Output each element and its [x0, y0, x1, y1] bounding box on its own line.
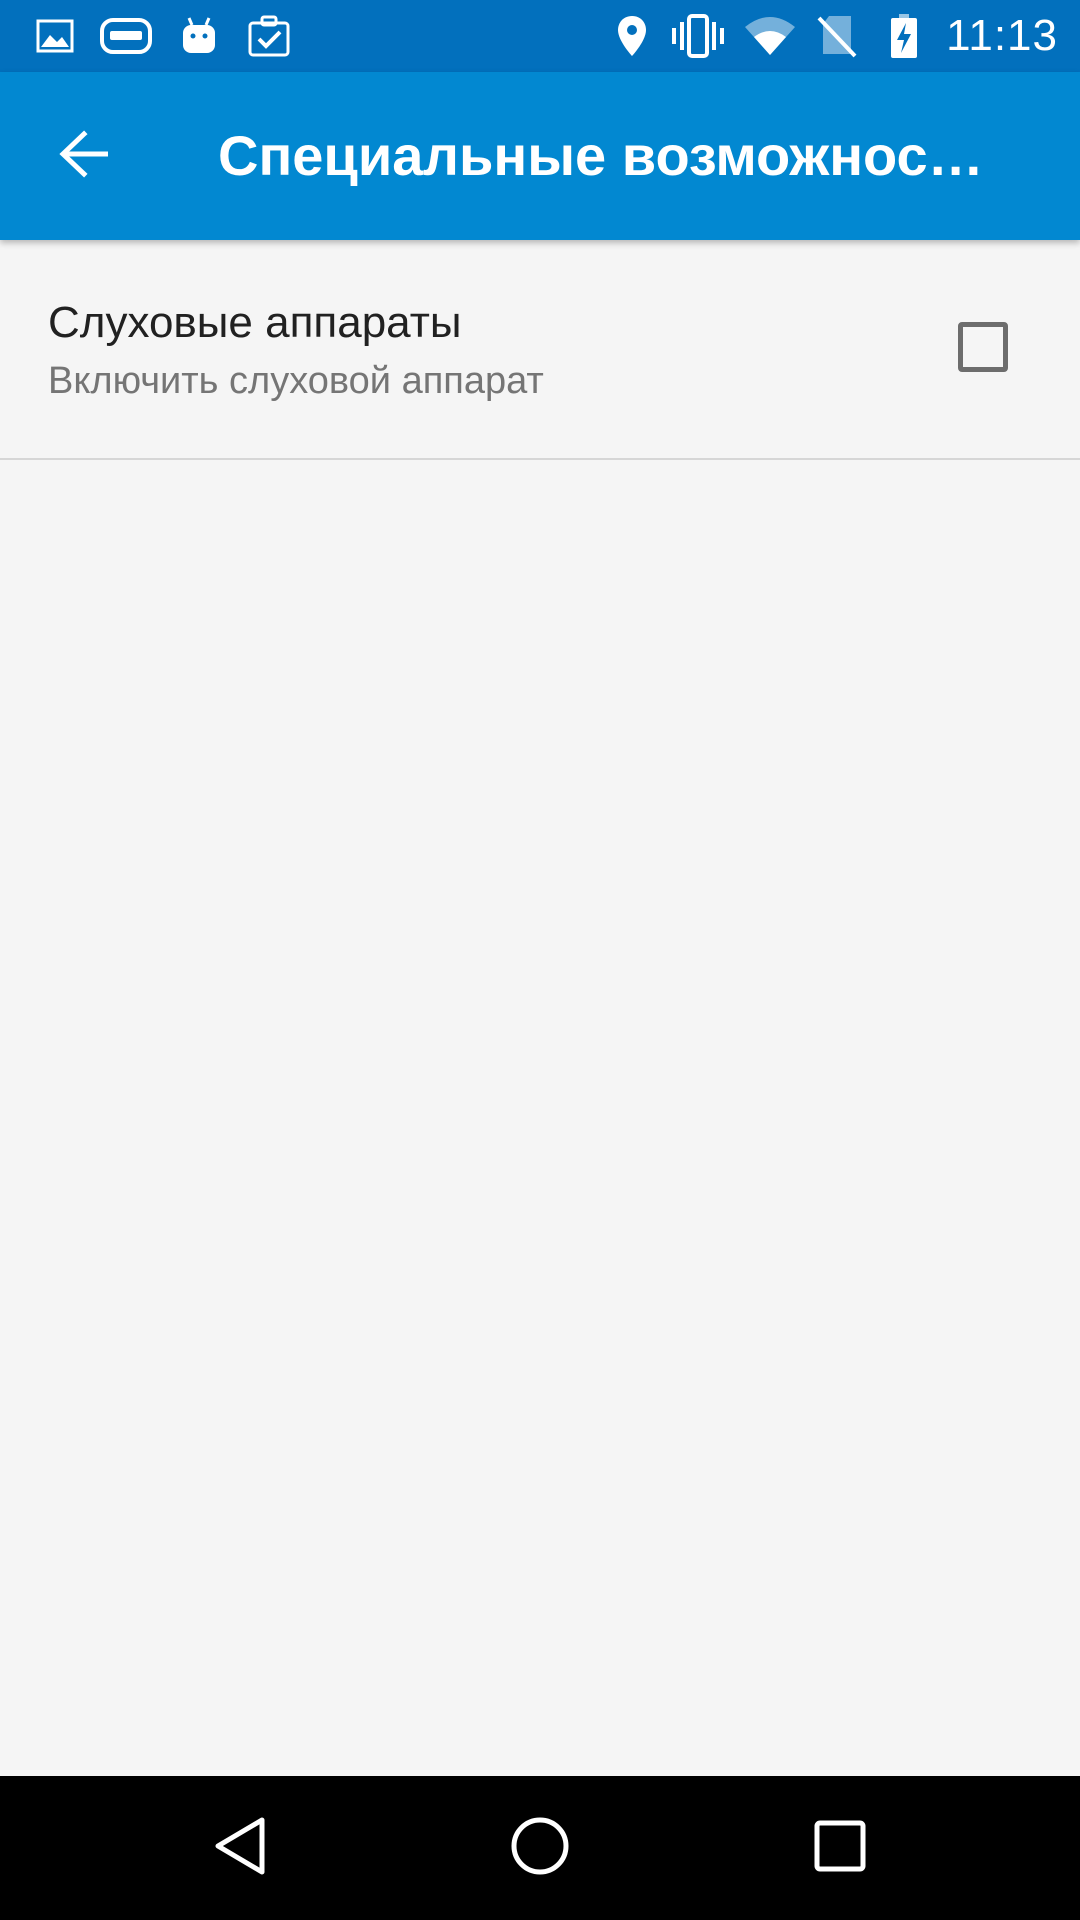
screen: 11:13 Специальные возможнос… Слуховые ап… — [0, 0, 1080, 1920]
preference-summary: Включить слуховой аппарат — [48, 360, 544, 402]
image-icon — [30, 12, 80, 60]
hearing-aid-checkbox[interactable] — [958, 322, 1008, 372]
preference-hearing-aids[interactable]: Слуховые аппараты Включить слуховой аппа… — [0, 240, 1080, 460]
vibrate-icon — [668, 12, 728, 60]
back-triangle-icon — [212, 1816, 268, 1881]
wifi-icon — [742, 12, 798, 60]
nav-recents-button[interactable] — [800, 1808, 880, 1888]
page-title: Специальные возможнос… — [218, 124, 984, 187]
android-icon — [176, 12, 222, 60]
status-time: 11:13 — [946, 11, 1058, 60]
navigation-bar — [0, 1776, 1080, 1920]
gamepad-icon — [98, 12, 154, 60]
home-circle-icon — [509, 1815, 571, 1882]
recents-square-icon — [813, 1819, 867, 1878]
no-sim-icon — [814, 12, 860, 60]
preference-title: Слуховые аппараты — [48, 298, 462, 347]
battery-charging-icon — [886, 12, 922, 60]
nav-home-button[interactable] — [500, 1808, 580, 1888]
arrow-back-icon — [58, 129, 110, 183]
clipboard-check-icon — [244, 12, 294, 60]
status-bar: 11:13 — [0, 0, 1080, 72]
back-button[interactable] — [40, 112, 128, 200]
nav-back-button[interactable] — [200, 1808, 280, 1888]
location-pin-icon — [612, 12, 652, 60]
app-bar: Специальные возможнос… — [0, 72, 1080, 240]
